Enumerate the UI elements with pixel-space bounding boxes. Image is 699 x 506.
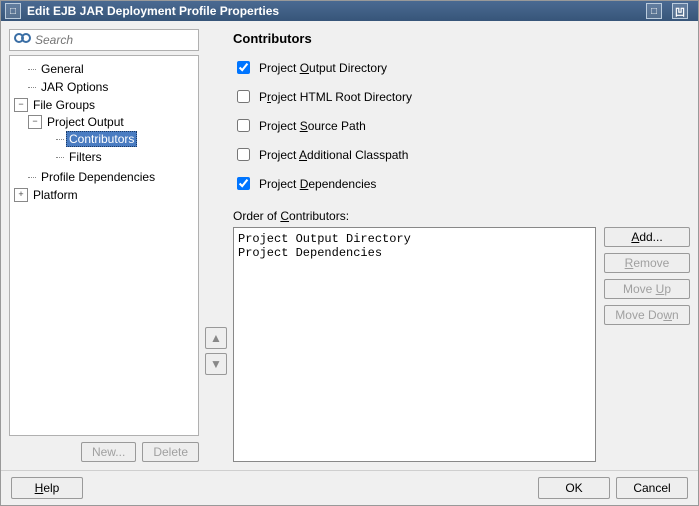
- search-field[interactable]: [9, 29, 199, 51]
- left-column: General JAR Options −File Groups −Projec…: [9, 29, 199, 462]
- dialog-body: General JAR Options −File Groups −Projec…: [1, 21, 698, 470]
- checkbox[interactable]: [237, 148, 250, 161]
- tree-node-project-output[interactable]: Project Output: [44, 115, 127, 129]
- collapse-icon[interactable]: −: [28, 115, 42, 129]
- move-up-icon[interactable]: ▲: [205, 327, 227, 349]
- move-up-button[interactable]: Move Up: [604, 279, 690, 299]
- expand-icon[interactable]: +: [14, 188, 28, 202]
- panel-heading: Contributors: [233, 29, 690, 56]
- checkbox[interactable]: [237, 177, 250, 190]
- contributors-listbox[interactable]: Project Output Directory Project Depende…: [233, 227, 596, 462]
- checkbox-group: Project Output Directory Project HTML Ro…: [233, 56, 690, 203]
- order-row: Project Output Directory Project Depende…: [233, 227, 690, 462]
- add-button[interactable]: Add...: [604, 227, 690, 247]
- order-label: Order of Contributors:: [233, 209, 690, 223]
- tree-node-general[interactable]: General: [38, 62, 87, 76]
- check-label: Project Additional Classpath: [259, 148, 408, 162]
- list-item[interactable]: Project Dependencies: [238, 246, 591, 260]
- check-label: Project HTML Root Directory: [259, 90, 412, 104]
- mid-arrows: ▲ ▼: [205, 239, 227, 462]
- check-label: Project Source Path: [259, 119, 366, 133]
- check-source-path[interactable]: Project Source Path: [233, 116, 690, 135]
- tree-node-filters[interactable]: Filters: [66, 150, 105, 164]
- tree-node-contributors[interactable]: Contributors: [66, 131, 137, 147]
- title-text: Edit EJB JAR Deployment Profile Properti…: [27, 4, 646, 18]
- content-panel: Contributors Project Output Directory Pr…: [233, 29, 690, 462]
- nav-tree[interactable]: General JAR Options −File Groups −Projec…: [9, 55, 199, 436]
- title-bar: □ Edit EJB JAR Deployment Profile Proper…: [1, 1, 698, 21]
- delete-button[interactable]: Delete: [142, 442, 199, 462]
- tree-node-profile-dependencies[interactable]: Profile Dependencies: [38, 170, 158, 184]
- check-additional-classpath[interactable]: Project Additional Classpath: [233, 145, 690, 164]
- check-label: Project Output Directory: [259, 61, 387, 75]
- tree-node-jar-options[interactable]: JAR Options: [38, 80, 111, 94]
- checkbox[interactable]: [237, 119, 250, 132]
- check-output-directory[interactable]: Project Output Directory: [233, 58, 690, 77]
- cancel-button[interactable]: Cancel: [616, 477, 688, 499]
- tree-node-platform[interactable]: Platform: [30, 188, 81, 202]
- help-button[interactable]: Help: [11, 477, 83, 499]
- dialog-window: □ Edit EJB JAR Deployment Profile Proper…: [0, 0, 699, 506]
- remove-button[interactable]: Remove: [604, 253, 690, 273]
- checkbox[interactable]: [237, 61, 250, 74]
- checkbox[interactable]: [237, 90, 250, 103]
- ok-button[interactable]: OK: [538, 477, 610, 499]
- tree-node-file-groups[interactable]: File Groups: [30, 98, 98, 112]
- system-menu-icon[interactable]: □: [5, 3, 21, 19]
- check-dependencies[interactable]: Project Dependencies: [233, 174, 690, 193]
- new-button[interactable]: New...: [81, 442, 136, 462]
- move-down-icon[interactable]: ▼: [205, 353, 227, 375]
- list-item[interactable]: Project Output Directory: [238, 232, 591, 246]
- search-input[interactable]: [33, 32, 194, 48]
- binoculars-icon: [14, 33, 29, 47]
- move-down-button[interactable]: Move Down: [604, 305, 690, 325]
- list-buttons: Add... Remove Move Up Move Down: [604, 227, 690, 462]
- dialog-footer: Help OK Cancel: [1, 470, 698, 505]
- maximize-icon[interactable]: □: [646, 3, 662, 19]
- check-html-root[interactable]: Project HTML Root Directory: [233, 87, 690, 106]
- close-icon[interactable]: 凹: [672, 3, 688, 19]
- collapse-icon[interactable]: −: [14, 98, 28, 112]
- check-label: Project Dependencies: [259, 177, 376, 191]
